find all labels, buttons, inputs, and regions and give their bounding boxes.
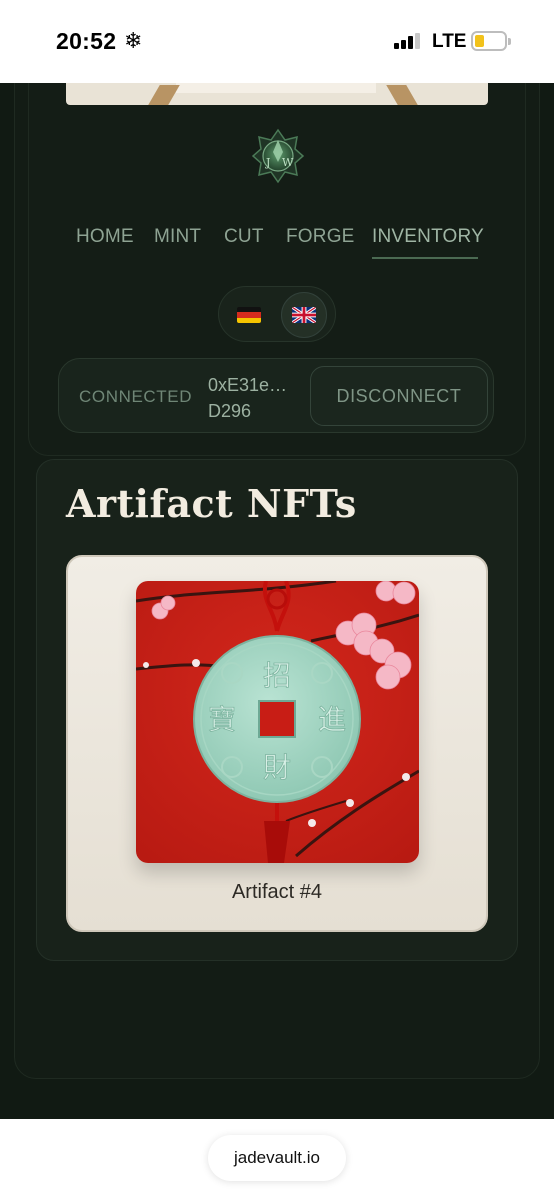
battery-icon: [471, 31, 511, 51]
connection-status: CONNECTED: [79, 387, 193, 406]
status-bar: 20:52 ❄ LTE: [0, 0, 554, 83]
de-flag-icon: [237, 307, 261, 323]
language-english-button[interactable]: [281, 292, 327, 338]
jade-vault-logo-icon[interactable]: J W: [251, 128, 305, 184]
nft-name: Artifact #4: [231, 881, 323, 903]
network-type: LTE: [432, 31, 467, 52]
uk-flag-icon: [292, 307, 316, 323]
svg-text:寶: 寶: [208, 703, 236, 736]
svg-text:進: 進: [318, 703, 346, 736]
language-switcher: [218, 286, 336, 342]
nav-cut[interactable]: CUT: [224, 226, 264, 248]
browser-bottom-bar: jadevault.io: [0, 1119, 554, 1200]
address-bar[interactable]: jadevault.io: [208, 1135, 346, 1181]
nav-forge[interactable]: FORGE: [286, 226, 355, 248]
svg-text:W: W: [282, 156, 294, 169]
nav-active-indicator: [372, 257, 478, 259]
status-time: 20:52: [56, 28, 117, 54]
signal-icon: [394, 33, 422, 49]
svg-text:J: J: [265, 156, 270, 169]
app-viewport: J W HOME MINT CUT FORGE INVENTORY CONNEC…: [0, 83, 554, 1119]
nft-card[interactable]: 招 進 財 寶 Artifact #4: [66, 555, 488, 932]
nav-mint[interactable]: MINT: [154, 226, 201, 248]
wallet-status-bar: CONNECTED 0xE31e… D296 DISCONNECT: [58, 358, 494, 433]
nav-home[interactable]: HOME: [76, 226, 134, 248]
disconnect-button[interactable]: DISCONNECT: [310, 366, 488, 426]
svg-text:財: 財: [263, 751, 291, 784]
nav-inventory[interactable]: INVENTORY: [372, 226, 484, 248]
wallet-address-line1: 0xE31e…: [208, 375, 288, 395]
jade-coin-artifact-image: 招 進 財 寶: [136, 581, 419, 863]
wallet-address-line2: D296: [208, 401, 252, 421]
main-nav: HOME MINT CUT FORGE INVENTORY: [0, 226, 554, 266]
wallet-address: 0xE31e… D296: [208, 372, 303, 424]
hero-image: [66, 83, 488, 105]
svg-text:招: 招: [263, 659, 291, 692]
section-title: Artifact NFTs: [66, 481, 357, 526]
snowflake-icon: ❄: [124, 28, 143, 53]
language-german-button[interactable]: [226, 292, 272, 338]
